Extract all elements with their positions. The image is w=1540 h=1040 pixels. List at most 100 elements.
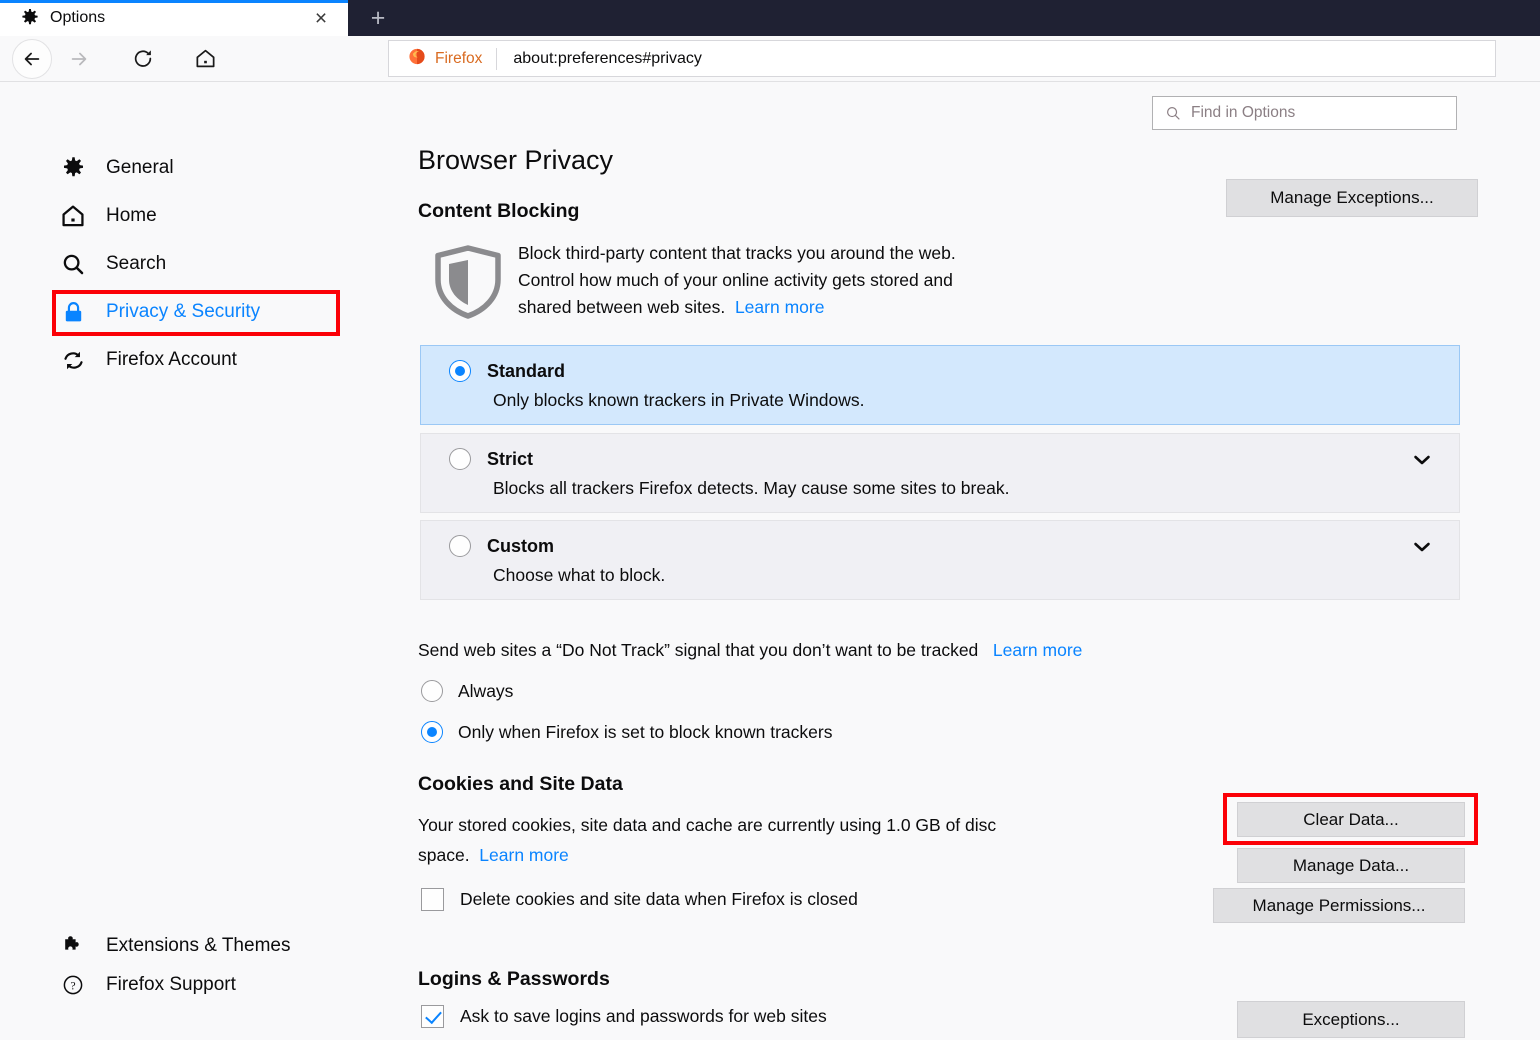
option-strict-label: Strict bbox=[487, 448, 534, 469]
clear-data-button[interactable]: Clear Data... bbox=[1237, 802, 1465, 837]
preferences-sidebar: General Home Search Privacy & Security F… bbox=[0, 83, 400, 1040]
sidebar-item-extensions-themes[interactable]: Extensions & Themes bbox=[58, 929, 290, 963]
preferences-page: Find in Options General Home Search Priv… bbox=[0, 83, 1540, 1040]
chevron-down-icon[interactable] bbox=[1413, 453, 1431, 471]
learn-more-link-cookies[interactable]: Learn more bbox=[479, 845, 569, 865]
cookies-description: Your stored cookies, site data and cache… bbox=[418, 810, 1188, 870]
manage-data-button[interactable]: Manage Data... bbox=[1237, 848, 1465, 883]
svg-text:?: ? bbox=[70, 981, 75, 993]
new-tab-button[interactable]: + bbox=[348, 0, 408, 36]
close-icon[interactable]: × bbox=[308, 5, 334, 31]
manage-exceptions-button[interactable]: Manage Exceptions... bbox=[1226, 179, 1478, 217]
radio-custom[interactable] bbox=[449, 535, 471, 557]
option-strict-description: Blocks all trackers Firefox detects. May… bbox=[493, 478, 1010, 498]
option-strict-row: Strict bbox=[421, 434, 1459, 470]
url-bar[interactable]: Firefox about:preferences#privacy bbox=[388, 40, 1496, 77]
cookies-desc-line1: Your stored cookies, site data and cache… bbox=[418, 815, 997, 835]
url-text[interactable]: about:preferences#privacy bbox=[497, 50, 702, 68]
puzzle-icon bbox=[58, 934, 88, 958]
cb-desc-line3: shared between web sites. bbox=[518, 297, 726, 317]
manage-data-label: Manage Data... bbox=[1292, 855, 1410, 875]
sidebar-item-label: General bbox=[106, 157, 174, 178]
manage-permissions-button[interactable]: Manage Permissions... bbox=[1213, 888, 1465, 923]
search-input[interactable]: Find in Options bbox=[1152, 96, 1457, 130]
section-heading-cookies: Cookies and Site Data bbox=[418, 773, 623, 795]
home-icon bbox=[58, 203, 88, 229]
do-not-track-always-label: Always bbox=[458, 680, 514, 701]
gear-icon bbox=[58, 156, 88, 181]
radio-strict[interactable] bbox=[449, 448, 471, 470]
sidebar-item-label: Search bbox=[106, 253, 167, 274]
sidebar-item-home[interactable]: Home bbox=[58, 199, 157, 233]
sidebar-item-search[interactable]: Search bbox=[58, 247, 166, 281]
content-blocking-option-custom[interactable]: Custom Choose what to block. bbox=[420, 520, 1460, 600]
content-blocking-description-block: Block third-party content that tracks yo… bbox=[418, 238, 1478, 322]
back-arrow-icon[interactable] bbox=[12, 38, 52, 79]
lock-icon bbox=[58, 300, 88, 325]
logins-exceptions-label: Exceptions... bbox=[1302, 1009, 1400, 1029]
browser-tab-options[interactable]: Options × bbox=[0, 0, 348, 36]
sidebar-item-label: Home bbox=[106, 205, 157, 226]
delete-cookies-on-close-row[interactable]: Delete cookies and site data when Firefo… bbox=[421, 888, 858, 911]
checkbox-ask-to-save-logins[interactable] bbox=[421, 1005, 444, 1028]
identity-label: Firefox bbox=[435, 49, 483, 67]
do-not-track-option-always[interactable]: Always bbox=[418, 680, 1478, 702]
option-standard-description: Only blocks known trackers in Private Wi… bbox=[493, 390, 865, 410]
checkbox-delete-cookies-on-close[interactable] bbox=[421, 888, 444, 911]
sidebar-item-label: Extensions & Themes bbox=[106, 935, 291, 956]
section-heading-content-blocking: Content Blocking bbox=[418, 200, 580, 222]
search-icon bbox=[1163, 105, 1183, 122]
sidebar-item-label: Firefox Account bbox=[106, 349, 237, 370]
sidebar-item-firefox-account[interactable]: Firefox Account bbox=[58, 343, 237, 377]
do-not-track-block: Send web sites a “Do Not Track” signal t… bbox=[418, 640, 1478, 743]
do-not-track-label: Send web sites a “Do Not Track” signal t… bbox=[418, 640, 979, 660]
sync-icon bbox=[58, 348, 88, 373]
cookies-desc-line2: space. bbox=[418, 845, 470, 865]
delete-cookies-on-close-label: Delete cookies and site data when Firefo… bbox=[460, 889, 858, 909]
search-placeholder: Find in Options bbox=[1191, 104, 1296, 121]
forward-arrow-icon bbox=[58, 38, 100, 80]
tab-strip: Options × + bbox=[0, 0, 1540, 36]
sidebar-item-label: Firefox Support bbox=[106, 974, 236, 995]
option-custom-description: Choose what to block. bbox=[493, 565, 666, 585]
do-not-track-option-only-when-blocking[interactable]: Only when Firefox is set to block known … bbox=[418, 721, 1478, 743]
manage-permissions-label: Manage Permissions... bbox=[1252, 895, 1426, 915]
content-blocking-option-strict[interactable]: Strict Blocks all trackers Firefox detec… bbox=[420, 433, 1460, 513]
page-title: Browser Privacy bbox=[418, 145, 614, 175]
ask-to-save-logins-row[interactable]: Ask to save logins and passwords for web… bbox=[421, 1005, 827, 1028]
logins-exceptions-button[interactable]: Exceptions... bbox=[1237, 1001, 1465, 1038]
firefox-logo-icon bbox=[407, 46, 427, 71]
learn-more-link-do-not-track[interactable]: Learn more bbox=[993, 640, 1083, 660]
home-icon[interactable] bbox=[184, 38, 226, 80]
chevron-down-icon[interactable] bbox=[1413, 540, 1431, 558]
shield-icon bbox=[418, 238, 518, 322]
do-not-track-label-row: Send web sites a “Do Not Track” signal t… bbox=[418, 640, 1478, 661]
radio-dnt-only-when-blocking[interactable] bbox=[421, 721, 443, 743]
gear-icon bbox=[20, 8, 40, 28]
radio-dnt-always[interactable] bbox=[421, 680, 443, 702]
option-standard-label: Standard bbox=[487, 360, 566, 381]
reload-icon[interactable] bbox=[122, 38, 164, 80]
sidebar-item-privacy-security[interactable]: Privacy & Security bbox=[58, 295, 260, 329]
learn-more-link-content-blocking[interactable]: Learn more bbox=[735, 297, 825, 317]
option-standard-row: Standard bbox=[421, 346, 1459, 382]
sidebar-item-general[interactable]: General bbox=[58, 151, 174, 185]
do-not-track-only-when-label: Only when Firefox is set to block known … bbox=[458, 721, 833, 742]
radio-standard[interactable] bbox=[449, 360, 471, 382]
cb-desc-line1: Block third-party content that tracks yo… bbox=[518, 243, 956, 263]
option-custom-row: Custom bbox=[421, 521, 1459, 557]
cb-desc-line2: Control how much of your online activity… bbox=[518, 270, 953, 290]
section-heading-logins: Logins & Passwords bbox=[418, 968, 610, 990]
sidebar-item-label: Privacy & Security bbox=[106, 301, 261, 322]
content-blocking-option-standard[interactable]: Standard Only blocks known trackers in P… bbox=[420, 345, 1460, 425]
identity-box[interactable]: Firefox bbox=[389, 41, 496, 76]
search-icon bbox=[58, 252, 88, 277]
clear-data-label: Clear Data... bbox=[1303, 809, 1399, 829]
sidebar-item-firefox-support[interactable]: ? Firefox Support bbox=[58, 968, 236, 1002]
content-blocking-description: Block third-party content that tracks yo… bbox=[518, 238, 1178, 321]
tab-title: Options bbox=[50, 9, 106, 26]
ask-to-save-logins-label: Ask to save logins and passwords for web… bbox=[460, 1006, 827, 1026]
question-circle-icon: ? bbox=[58, 973, 88, 997]
manage-exceptions-label: Manage Exceptions... bbox=[1270, 188, 1434, 207]
option-custom-label: Custom bbox=[487, 535, 554, 556]
